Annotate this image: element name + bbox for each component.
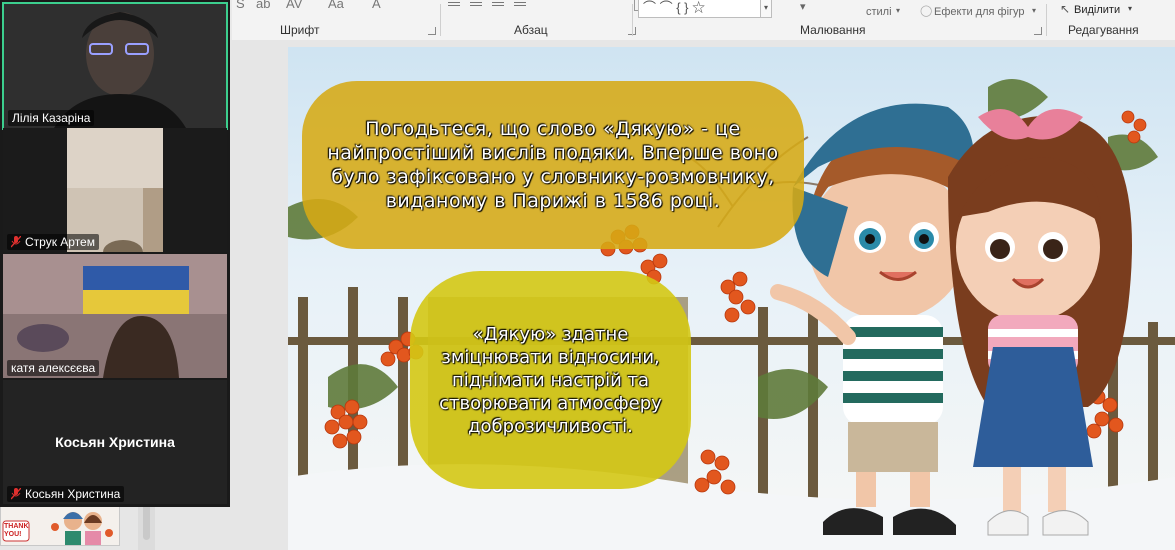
participant-name-label: Струк Артем	[7, 234, 99, 250]
shape-effects-chevron-icon: ▾	[1032, 6, 1037, 15]
shapes-gallery-more-button[interactable]: ▾	[760, 0, 772, 18]
participant-name-label: Лілія Казаріна	[8, 110, 95, 126]
quick-styles-button[interactable]: ▾	[800, 0, 806, 13]
justify-icon[interactable]	[514, 2, 526, 6]
mic-off-icon	[10, 235, 22, 248]
divider	[1046, 4, 1047, 36]
participant-name: катя алексєєва	[11, 361, 96, 375]
participant-name-label: катя алексєєва	[7, 360, 100, 376]
quote-bubble-thanks-benefits-text: «Дякую» здатне зміцнювати відносини, під…	[439, 323, 662, 437]
select-cursor-icon: ↖	[1060, 2, 1071, 16]
quote-bubble-thanks-origin-text: Погодьтеся, що слово «Дякую» - це найпро…	[327, 118, 779, 212]
drawing-group: ⌒ ⌒ { } ☆ ▾ ▾ стилі ▾ ◯ Ефекти для фігур…	[634, 0, 1044, 40]
participant-tile-1[interactable]: Лілія Казаріна	[2, 2, 228, 130]
mic-off-icon	[10, 487, 22, 500]
shape-effects-button[interactable]: Ефекти для фігур	[934, 6, 1025, 18]
slide-thumbnail[interactable]: THANK YOU!	[0, 506, 120, 546]
align-left-icon[interactable]	[448, 2, 460, 6]
quick-styles-label[interactable]: стилі	[866, 6, 892, 18]
boy-figure	[770, 103, 974, 535]
font-dialog-launcher[interactable]	[428, 27, 436, 35]
shape-effects-icon: ◯	[920, 5, 933, 17]
participant-name: Лілія Казаріна	[12, 111, 91, 125]
participant-name-label: Косьян Христина	[7, 486, 125, 502]
align-right-icon[interactable]	[492, 2, 504, 6]
quote-bubble-thanks-origin[interactable]: Погодьтеся, що слово «Дякую» - це найпро…	[302, 81, 804, 249]
participant-tile-3[interactable]: катя алексєєва	[3, 254, 227, 378]
participant-tile-2[interactable]: Струк Артем	[3, 128, 227, 252]
quick-styles-chevron-icon: ▾	[896, 6, 901, 15]
editing-group-label: Редагування	[1068, 23, 1139, 37]
paragraph-group-label: Абзац	[514, 23, 548, 37]
font-group: Шрифт	[232, 0, 442, 40]
divider	[632, 4, 633, 36]
quote-bubble-thanks-benefits[interactable]: «Дякую» здатне зміцнювати відносини, під…	[410, 271, 691, 489]
participant-tile-4[interactable]: Косьян Христина Косьян Христина	[3, 380, 227, 504]
shapes-gallery-glyphs: ⌒ ⌒ { } ☆	[643, 0, 706, 15]
select-chevron-icon: ▾	[1128, 4, 1133, 13]
slide[interactable]: Погодьтеся, що слово «Дякую» - це найпро…	[288, 47, 1175, 550]
participant-display-name: Косьян Христина	[55, 434, 175, 450]
video-participants-panel: Лілія Казаріна Струк Артем катя алексєєв…	[0, 0, 230, 507]
shapes-gallery[interactable]: ⌒ ⌒ { } ☆	[638, 0, 770, 18]
select-button[interactable]: Виділити	[1074, 4, 1120, 16]
girl-figure	[948, 109, 1132, 536]
thumbnail-text: THANK YOU!	[4, 523, 29, 538]
divider	[440, 4, 441, 36]
ribbon: S ab AV Aa A Шрифт Абзац ⌒ ⌒ { } ☆ ▾ ▾ с…	[232, 0, 1175, 41]
font-group-label: Шрифт	[280, 23, 320, 37]
participant-name: Струк Артем	[25, 235, 95, 249]
drawing-dialog-launcher[interactable]	[1034, 27, 1042, 35]
paragraph-group: Абзац	[442, 0, 636, 40]
editing-group: ↖ Виділити ▾ Редагування	[1048, 0, 1175, 40]
drawing-group-label: Малювання	[800, 23, 866, 37]
align-center-icon[interactable]	[470, 2, 482, 6]
participant-name: Косьян Христина	[25, 487, 121, 501]
